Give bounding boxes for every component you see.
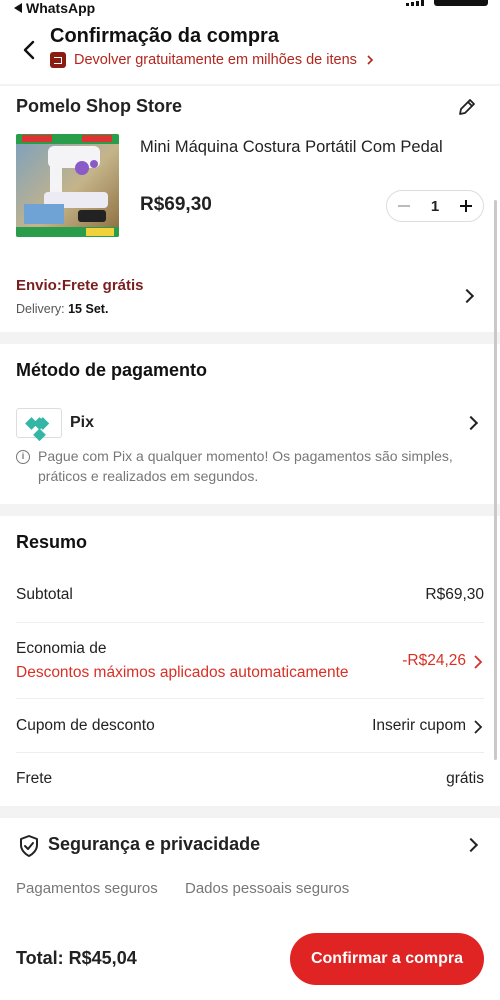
chevron-right-icon [474,720,483,734]
back-app-label: WhatsApp [26,0,96,16]
quantity-value: 1 [430,197,440,215]
chevron-right-icon [463,415,479,431]
back-triangle-icon [14,3,22,13]
store-section: Pomelo Shop Store Mini Máquina Costura P… [0,86,500,332]
payment-method-name: Pix [70,414,95,431]
payment-section-title: Método de pagamento [16,360,208,380]
info-icon: i [16,450,30,464]
status-indicators [406,0,488,6]
quantity-stepper: 1 [386,190,484,222]
savings-value: -R$24,26 [402,652,466,669]
secure-data-tag: Dados pessoais seguros [185,880,350,897]
store-name: Pomelo Shop Store [16,96,183,116]
shield-check-icon [20,835,38,857]
summary-section: Resumo Subtotal R$69,30 Economia de Desc… [0,516,500,806]
subtotal-value: R$69,30 [425,586,484,603]
decrease-quantity-button[interactable] [395,197,413,215]
delivery-label: Delivery: [16,302,65,316]
shipping-title: Envio:Frete grátis [16,277,144,294]
delivery-info: Delivery: 15 Set. [16,302,108,316]
chevron-right-icon [367,55,374,65]
chevron-right-icon [463,837,479,853]
insert-coupon-link[interactable]: Inserir cupom [372,717,466,735]
divider [16,752,484,753]
savings-label: Economia de [16,640,107,657]
status-bar: WhatsApp [0,0,500,18]
chevron-right-icon [459,288,475,304]
savings-detail: Descontos máximos aplicados automaticame… [16,664,349,681]
payment-info-text: Pague com Pix a qualquer momento! Os pag… [38,448,453,484]
edit-icon[interactable] [456,96,478,118]
security-section: Segurança e privacidade Pagamentos segur… [0,818,500,918]
summary-section-title: Resumo [16,532,88,552]
pix-logo-icon [16,408,62,438]
secure-payments-tag: Pagamentos seguros [16,880,158,897]
page-title: Confirmação da compra [50,25,279,47]
confirm-purchase-button[interactable]: Confirmar a compra [290,933,484,985]
security-title: Segurança e privacidade [48,834,261,854]
scrollbar[interactable] [494,200,497,760]
payment-section: Método de pagamento Pix i Pague com Pix … [0,344,500,504]
chevron-right-icon [474,655,483,669]
divider [16,698,484,699]
coupon-label: Cupom de desconto [16,717,155,734]
back-arrow-icon[interactable] [18,38,42,62]
product-image[interactable] [16,134,119,237]
total-amount: Total: R$45,04 [16,948,137,968]
subtotal-label: Subtotal [16,586,73,603]
shipping-cost-label: Frete [16,770,53,787]
sewing-machine-icon [16,134,119,237]
free-return-text: Devolver gratuitamente em milhões de ite… [74,52,357,68]
checkout-footer: Total: R$45,04 Confirmar a compra [0,918,500,1000]
increase-quantity-button[interactable] [457,197,475,215]
page-header: Confirmação da compra Devolver gratuitam… [0,18,500,84]
product-title[interactable]: Mini Máquina Costura Portátil Com Pedal [140,138,485,157]
product-price: R$69,30 [140,194,212,215]
divider [16,622,484,623]
return-box-icon [50,52,66,68]
back-to-app[interactable]: WhatsApp [14,0,95,16]
shipping-cost-value: grátis [446,770,484,787]
battery-icon [434,0,488,6]
delivery-date: 15 Set. [68,302,109,316]
free-return-link[interactable]: Devolver gratuitamente em milhões de ite… [50,52,375,68]
signal-icon [406,0,424,6]
